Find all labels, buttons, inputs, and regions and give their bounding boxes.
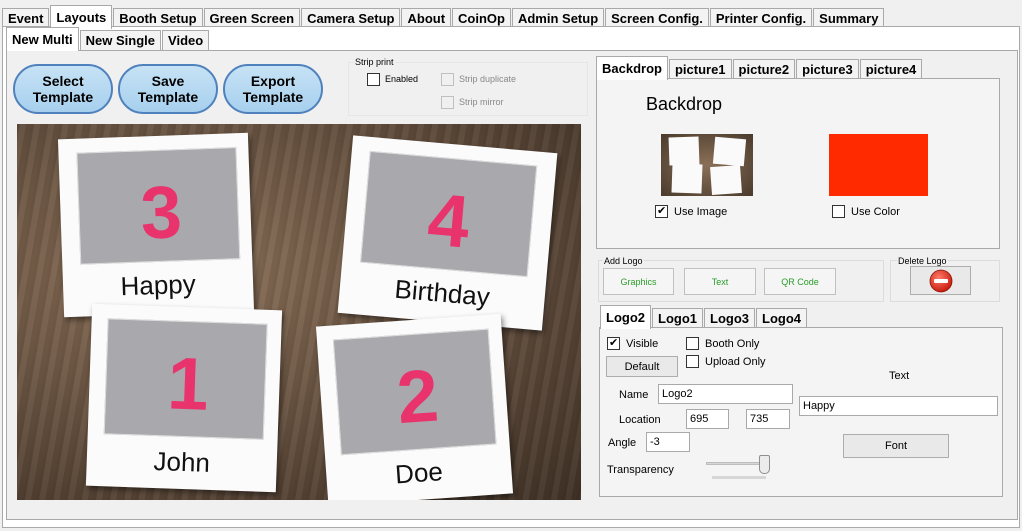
photo-caption-3: Happy [120, 268, 197, 302]
photo-number-3: 3 [139, 170, 184, 255]
tab-logo3[interactable]: Logo3 [704, 308, 755, 329]
use-image-checkbox[interactable] [655, 204, 668, 218]
use-image-label: Use Image [674, 206, 728, 218]
booth-only-label: Booth Only [705, 338, 760, 350]
delete-logo-title: Delete Logo [897, 256, 948, 266]
visible-label: Visible [626, 338, 659, 350]
strip-duplicate-label: Strip duplicate [459, 74, 517, 84]
no-entry-icon [929, 269, 952, 292]
layout-subtab-bar: New Multi New Single Video [6, 27, 210, 51]
save-template-button[interactable]: Save Template [118, 64, 218, 114]
upload-only-label: Upload Only [705, 356, 766, 368]
export-template-button[interactable]: Export Template [223, 64, 323, 114]
photo-card-1[interactable]: 1 John [85, 303, 283, 493]
strip-mirror-label: Strip mirror [459, 97, 504, 107]
transparency-label: Transparency [607, 464, 674, 476]
photo-caption-1: John [153, 445, 211, 478]
transparency-tick-bar [712, 476, 766, 479]
logo-text-input[interactable]: Happy [799, 396, 998, 416]
photo-card-2[interactable]: 2 Doe [315, 313, 514, 500]
tab-picture1[interactable]: picture1 [668, 59, 732, 80]
photo-number-2: 2 [394, 353, 442, 440]
photo-card-4[interactable]: 4 Birthday [337, 135, 558, 331]
backdrop-image-thumbnail[interactable] [661, 134, 753, 196]
thumb-card [671, 163, 703, 194]
photo-card-3[interactable]: 3 Happy [57, 132, 255, 318]
text-label: Text [889, 370, 910, 382]
tab-new-multi[interactable]: New Multi [6, 27, 79, 51]
tab-logo4[interactable]: Logo4 [756, 308, 807, 329]
angle-label: Angle [608, 437, 637, 449]
strip-enabled-label: Enabled [385, 74, 419, 84]
upload-only-checkbox[interactable] [686, 355, 699, 368]
add-text-button[interactable]: Text [684, 268, 756, 295]
strip-mirror-checkbox[interactable] [441, 96, 454, 109]
strip-print-group [348, 62, 588, 116]
name-input[interactable]: Logo2 [658, 384, 793, 404]
add-graphics-button[interactable]: Graphics [603, 268, 674, 295]
logo-tab-bar: Logo2 Logo1 Logo3 Logo4 [600, 305, 808, 329]
photo-caption-4: Birthday [393, 273, 492, 312]
add-logo-title: Add Logo [603, 256, 644, 266]
tab-video[interactable]: Video [162, 30, 210, 51]
tab-logo2[interactable]: Logo2 [600, 305, 651, 329]
tab-new-single[interactable]: New Single [79, 30, 162, 51]
use-color-label: Use Color [851, 206, 900, 218]
tab-logo1[interactable]: Logo1 [652, 308, 703, 329]
strip-duplicate-checkbox[interactable] [441, 73, 454, 86]
photo-number-1: 1 [166, 341, 211, 426]
photo-caption-2: Doe [394, 456, 444, 490]
delete-logo-button[interactable] [910, 266, 971, 295]
strip-enabled-checkbox[interactable] [367, 73, 380, 86]
default-button[interactable]: Default [606, 356, 678, 377]
visible-checkbox[interactable] [607, 336, 620, 350]
location-x-input[interactable]: 695 [686, 409, 729, 429]
tab-layouts[interactable]: Layouts [50, 5, 113, 29]
tab-picture3[interactable]: picture3 [796, 59, 859, 80]
use-color-checkbox[interactable] [832, 205, 845, 218]
thumb-card [668, 136, 700, 166]
tab-picture2[interactable]: picture2 [732, 59, 796, 80]
thumb-card [712, 136, 747, 167]
strip-print-title: Strip print [354, 57, 395, 67]
photo-number-4: 4 [424, 177, 473, 264]
transparency-slider-thumb[interactable] [759, 455, 770, 474]
backdrop-tab-bar: Backdrop picture1 picture2 picture3 pict… [596, 56, 923, 80]
template-preview-canvas[interactable]: 3 Happy 4 Birthday 1 John 2 Doe [17, 124, 581, 500]
location-label: Location [619, 414, 661, 426]
angle-input[interactable]: -3 [646, 432, 690, 452]
backdrop-heading: Backdrop [646, 94, 723, 114]
select-template-button[interactable]: Select Template [13, 64, 113, 114]
thumb-card [710, 164, 742, 196]
backdrop-color-swatch[interactable] [829, 134, 928, 196]
font-button[interactable]: Font [843, 434, 949, 458]
location-y-input[interactable]: 735 [746, 409, 790, 429]
booth-only-checkbox[interactable] [686, 337, 699, 350]
name-label: Name [619, 389, 649, 401]
tab-backdrop[interactable]: Backdrop [596, 56, 668, 80]
tab-picture4[interactable]: picture4 [859, 59, 923, 80]
add-qr-code-button[interactable]: QR Code [764, 268, 836, 295]
